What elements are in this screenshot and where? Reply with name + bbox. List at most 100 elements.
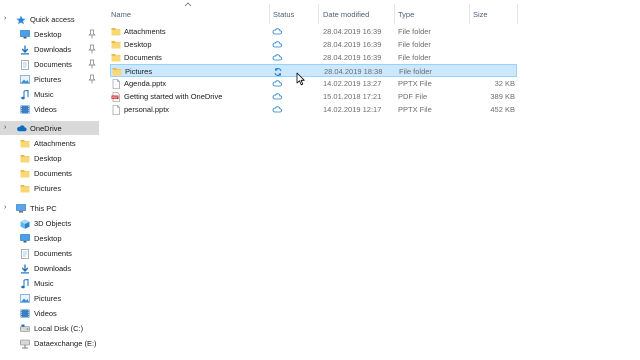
documents-icon [20,59,30,70]
column-header-name[interactable]: Name [111,10,131,19]
nav-item-local-disk-c[interactable]: Local Disk (C:) [0,321,99,335]
file-date-modified: 28.04.2019 16:39 [323,40,382,49]
network-drive-icon [20,339,30,348]
file-name: Agenda.pptx [124,79,167,88]
nav-item-label: Attachments [34,138,76,148]
nav-item-pictures[interactable]: Pictures [0,181,99,195]
column-header-date-modified[interactable]: Date modified [323,10,369,19]
nav-item-label: Downloads [34,263,72,273]
nav-item-dataexchange-e[interactable]: Dataexchange (E:) [0,336,99,350]
nav-item-label: OneDrive [30,123,62,133]
pin-icon [88,74,96,84]
file-name: Desktop [124,40,152,49]
nav-item-this-pc[interactable]: › This PC [0,201,99,215]
nav-item-documents[interactable]: Documents [0,246,99,260]
nav-item-downloads[interactable]: Downloads [0,261,99,275]
nav-item-pictures[interactable]: Pictures [0,291,99,305]
column-header-size[interactable]: Size [473,10,488,19]
nav-item-videos[interactable]: Videos [0,102,99,116]
navigation-scrollbar-track[interactable] [99,0,107,360]
expand-chevron-icon[interactable]: › [4,15,10,23]
expand-chevron-icon[interactable]: › [4,124,10,132]
file-date-modified: 28.04.2019 16:39 [323,27,382,36]
nav-item-label: Desktop [34,233,62,243]
file-type: PPTX File [398,105,432,114]
cloud-online-only-icon [272,40,282,49]
nav-item-label: Desktop [34,153,62,163]
file-size: 452 KB [490,105,515,114]
cloud-online-only-icon [272,53,282,62]
star-icon [16,15,26,24]
nav-item-label: 3D Objects [34,218,72,228]
cloud-online-only-icon [272,105,282,114]
download-icon [20,45,30,54]
column-divider[interactable] [269,4,270,24]
column-divider[interactable] [394,4,395,24]
nav-item-music[interactable]: Music [0,276,99,290]
pin-icon [88,29,96,39]
nav-item-label: Pictures [34,74,62,84]
navigation-pane: › Quick access Desktop Downloads Documents Pi… [0,0,99,360]
file-date-modified: 14.02.2019 12:17 [323,105,382,114]
folder-icon [20,154,30,163]
nav-item-downloads[interactable]: Downloads [0,42,99,56]
pictures-icon [20,293,30,303]
music-icon [20,278,30,288]
expand-chevron-icon[interactable]: › [4,204,10,212]
folder-icon [111,27,121,36]
file-row-pictures[interactable]: Pictures 28.04.2019 18:38 File folder [110,64,517,77]
pictures-icon [20,74,30,84]
file-list-pane: Name Status Date modified Type Size Atta… [107,0,640,360]
column-divider[interactable] [517,4,518,24]
column-divider[interactable] [318,4,319,24]
file-icon [111,105,121,115]
nav-item-pictures[interactable]: Pictures [0,72,99,86]
nav-item-onedrive[interactable]: › OneDrive [0,121,99,135]
nav-item-label: Music [34,89,54,99]
column-divider[interactable] [469,4,470,24]
file-date-modified: 28.04.2019 18:38 [324,67,383,76]
nav-item-desktop[interactable]: Desktop [0,151,99,165]
column-header-status[interactable]: Status [273,10,294,19]
file-row-desktop[interactable]: Desktop 28.04.2019 16:39 File folder [110,38,517,51]
nav-item-label: Videos [34,104,57,114]
desktop-icon [20,29,30,39]
nav-item-desktop[interactable]: Desktop [0,27,99,41]
file-row-agenda-pptx[interactable]: Agenda.pptx 14.02.2019 13:27 PPTX File 32 K… [110,77,517,90]
file-size: 389 KB [490,92,515,101]
nav-item-label: Music [34,278,54,288]
nav-item-label: Dataexchange (E:) [34,338,97,348]
file-size: 32 KB [494,79,515,88]
nav-item-label: This PC [30,203,57,213]
file-row-getting-started-with-onedrive[interactable]: PDF Getting started with OneDrive 15.01.20… [110,90,517,103]
column-header-bar: Name Status Date modified Type Size [107,0,519,26]
sort-ascending-icon [184,2,192,7]
nav-item-label: Pictures [34,293,62,303]
file-name: Pictures [125,67,153,76]
file-type: File folder [398,27,431,36]
drive-icon [20,324,30,333]
nav-item-label: Pictures [34,183,62,193]
folder-icon [20,184,30,193]
cube-icon [20,219,30,229]
nav-item-documents[interactable]: Documents [0,166,99,180]
nav-item-label: Documents [34,168,72,178]
nav-item-quick-access[interactable]: › Quick access [0,12,99,26]
file-row-personal-pptx[interactable]: personal.pptx 14.02.2019 12:17 PPTX File 45… [110,103,517,116]
nav-item-documents[interactable]: Documents [0,57,99,71]
nav-item-label: Quick access [30,14,75,24]
pdf-icon: PDF [111,92,121,102]
nav-item-desktop[interactable]: Desktop [0,231,99,245]
nav-item-label: Downloads [34,44,72,54]
file-row-attachments[interactable]: Attachments 28.04.2019 16:39 File folder [110,25,517,38]
download-icon [20,264,30,273]
nav-item-attachments[interactable]: Attachments [0,136,99,150]
nav-item-label: Local Disk (C:) [34,323,84,333]
file-row-documents[interactable]: Documents 28.04.2019 16:39 File folder [110,51,517,64]
nav-item-3d-objects[interactable]: 3D Objects [0,216,99,230]
pin-icon [88,59,96,69]
nav-item-videos[interactable]: Videos [0,306,99,320]
cloud-icon [16,124,27,133]
column-header-type[interactable]: Type [398,10,414,19]
nav-item-music[interactable]: Music [0,87,99,101]
